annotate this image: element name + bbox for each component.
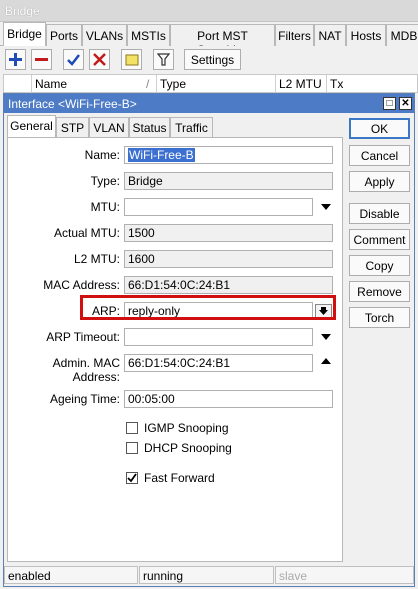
disable-button[interactable]: Disable <box>349 203 410 224</box>
list-header: Name / Type L2 MTU Tx <box>3 74 418 93</box>
comment-button[interactable]: Comment <box>349 229 410 250</box>
mac-address-field: 66:D1:54:0C:24:B1 <box>124 276 333 294</box>
tab-ports[interactable]: Ports <box>46 24 82 46</box>
comment-button[interactable] <box>121 49 142 70</box>
arp-highlight-box <box>80 295 336 320</box>
status-slave: slave <box>275 566 414 584</box>
name-label: Name: <box>84 148 120 162</box>
igmp-snooping-checkbox[interactable] <box>126 422 138 434</box>
type-field: Bridge <box>124 172 333 190</box>
tab-vlans[interactable]: VLANs <box>82 24 127 46</box>
arp-timeout-field[interactable] <box>124 328 313 346</box>
column-type[interactable]: Type <box>160 77 186 91</box>
add-button[interactable] <box>5 49 26 70</box>
bridge-window-title: Bridge <box>0 0 418 22</box>
mtu-label: MTU: <box>90 200 120 214</box>
name-field[interactable]: WiFi-Free-B <box>124 146 333 164</box>
mtu-field[interactable] <box>124 198 313 216</box>
ok-button[interactable]: OK <box>349 118 410 139</box>
tab-vlan[interactable]: VLAN <box>89 117 129 137</box>
status-running: running <box>139 566 274 584</box>
tab-nat[interactable]: NAT <box>314 24 346 46</box>
tab-traffic[interactable]: Traffic <box>170 117 213 137</box>
tab-general[interactable]: General <box>7 115 56 138</box>
arp-timeout-label: ARP Timeout: <box>46 330 120 344</box>
column-tx[interactable]: Tx <box>330 77 343 91</box>
sort-indicator-icon: / <box>146 77 150 91</box>
plus-icon <box>9 53 22 66</box>
close-icon[interactable]: ✕ <box>399 97 412 110</box>
status-enabled: enabled <box>4 566 138 584</box>
note-icon <box>125 54 138 65</box>
tab-filters[interactable]: Filters <box>275 24 314 46</box>
admin-mac-collapse-icon[interactable] <box>321 358 331 364</box>
arp-timeout-dropdown-icon[interactable] <box>321 334 331 340</box>
checkmark-icon <box>127 473 137 483</box>
mac-address-label: MAC Address: <box>43 278 120 292</box>
remove-button[interactable] <box>31 49 52 70</box>
actual-mtu-label: Actual MTU: <box>53 226 120 240</box>
torch-button[interactable]: Torch <box>349 307 410 328</box>
column-divider <box>31 75 32 93</box>
tab-mdb[interactable]: MDB <box>386 24 418 46</box>
tab-hosts[interactable]: Hosts <box>346 24 386 46</box>
dialog-title-bar: Interface <WiFi-Free-B> □ ✕ <box>4 94 414 113</box>
dhcp-snooping-label: DHCP Snooping <box>144 441 232 455</box>
enable-button[interactable] <box>63 49 84 70</box>
column-divider <box>275 75 276 93</box>
fast-forward-label: Fast Forward <box>144 471 215 485</box>
column-divider <box>326 75 327 93</box>
tab-bridge[interactable]: Bridge <box>3 22 46 47</box>
tab-status[interactable]: Status <box>129 117 170 137</box>
disable-button[interactable] <box>89 49 110 70</box>
general-panel: Name: WiFi-Free-B Type: Bridge MTU: Actu… <box>7 137 343 562</box>
column-name[interactable]: Name <box>35 77 67 91</box>
minus-icon <box>35 58 48 61</box>
actual-mtu-field: 1500 <box>124 224 333 242</box>
fast-forward-checkbox[interactable] <box>126 472 138 484</box>
cancel-button[interactable]: Cancel <box>349 145 410 166</box>
filter-icon <box>157 53 170 66</box>
maximize-icon[interactable]: □ <box>383 97 396 110</box>
bridge-toolbar: Settings <box>0 46 418 74</box>
l2-mtu-field: 1600 <box>124 250 333 268</box>
tab-port-mst-overrides[interactable]: Port MST Overrides <box>170 24 275 57</box>
name-value: WiFi-Free-B <box>128 148 195 162</box>
dialog-title: Interface <WiFi-Free-B> <box>8 97 137 111</box>
column-l2-mtu[interactable]: L2 MTU <box>279 77 322 91</box>
settings-button[interactable]: Settings <box>184 49 241 70</box>
ageing-time-field[interactable]: 00:05:00 <box>124 390 333 408</box>
tab-stp[interactable]: STP <box>56 117 89 137</box>
admin-mac-field[interactable]: 66:D1:54:0C:24:B1 <box>124 354 313 372</box>
admin-mac-label: Admin. MAC Address: <box>52 356 120 384</box>
igmp-snooping-label: IGMP Snooping <box>144 421 229 435</box>
tab-mstis[interactable]: MSTIs <box>127 24 170 46</box>
checkmark-icon <box>67 54 80 66</box>
interface-dialog: Interface <WiFi-Free-B> □ ✕ General STP … <box>3 93 415 587</box>
type-label: Type: <box>90 174 120 188</box>
apply-button[interactable]: Apply <box>349 171 410 192</box>
remove-button[interactable]: Remove <box>349 281 410 302</box>
l2-mtu-label: L2 MTU: <box>73 252 120 266</box>
bridge-tabs: Bridge Ports VLANs MSTIs Port MST Overri… <box>0 22 418 57</box>
mtu-dropdown-icon[interactable] <box>321 204 331 210</box>
filter-button[interactable] <box>153 49 174 70</box>
dhcp-snooping-checkbox[interactable] <box>126 442 138 454</box>
column-divider <box>156 75 157 93</box>
x-icon <box>93 53 106 66</box>
ageing-time-label: Ageing Time: <box>49 392 120 406</box>
copy-button[interactable]: Copy <box>349 255 410 276</box>
